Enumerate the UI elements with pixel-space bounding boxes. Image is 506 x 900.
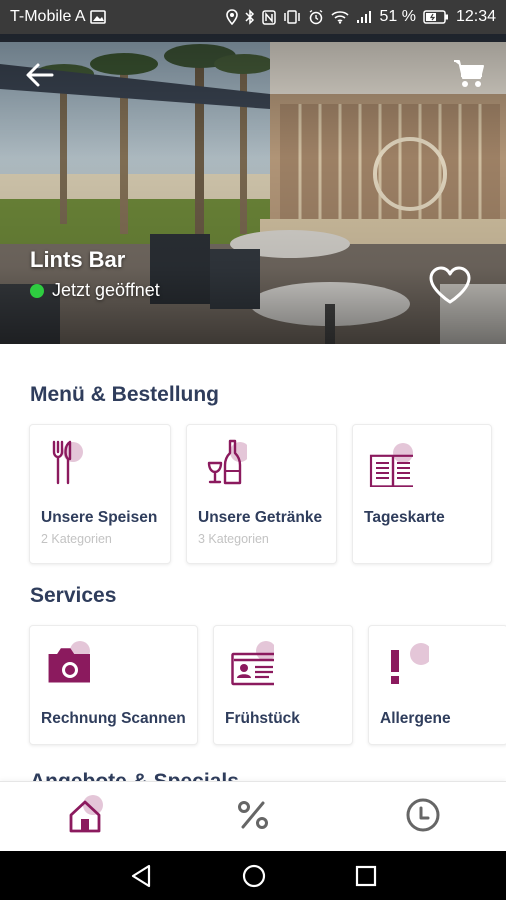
back-triangle-icon[interactable] [128,862,156,890]
services-section-title: Services [30,584,117,607]
bluetooth-icon [245,9,255,25]
card-rechnung-scannen[interactable]: Rechnung Scannen [29,625,198,745]
battery-percent: 51 % [379,8,416,25]
cart-icon[interactable] [452,58,486,90]
carrier-label: T-Mobile A [10,8,86,25]
vibrate-icon [283,10,301,24]
venue-name: Lints Bar [30,247,126,272]
android-navigation-bar [0,851,506,900]
hero-image: Lints Bar Jetzt geöffnet [0,34,506,344]
menu-book-icon [363,437,416,488]
image-icon [89,10,106,24]
signal-icon [356,10,372,24]
card-tageskarte[interactable]: Tageskarte [352,424,492,564]
wifi-icon [331,10,350,24]
nav-history[interactable] [398,792,448,842]
percent-icon [233,795,273,840]
card-fruehstueck[interactable]: Frühstück [213,625,353,745]
clock-icon [403,795,443,840]
card-label: Unsere Getränke [198,509,323,526]
alarm-icon [308,9,324,25]
bottom-navigation [0,781,506,851]
open-indicator-dot [30,283,44,298]
offers-section-title: Angebote & Specials [30,770,239,781]
card-label: Allergene [380,710,451,727]
status-bar: T-Mobile A 51 % 12:34 [0,0,506,34]
nav-home[interactable] [60,792,110,842]
open-status: Jetzt geöffnet [30,280,160,301]
back-arrow-icon[interactable] [24,60,56,90]
camera-icon [40,638,92,688]
menu-section-title: Menü & Bestellung [30,383,220,406]
battery-icon [423,10,449,24]
heart-icon[interactable] [428,266,472,306]
card-label: Unsere Speisen [41,509,158,526]
open-status-label: Jetzt geöffnet [52,280,160,300]
home-circle-icon[interactable] [240,862,268,890]
drinks-icon [197,437,250,487]
exclamation-icon [379,638,432,688]
card-allergene[interactable]: Allergene [368,625,506,745]
card-label: Frühstück [225,710,300,727]
cutlery-icon [40,437,90,487]
card-subtitle: 3 Kategorien [198,532,269,546]
card-label: Tageskarte [364,509,445,526]
location-icon [226,9,239,25]
home-icon [63,793,107,842]
nfc-icon [262,9,277,25]
card-unsere-speisen[interactable]: Unsere Speisen 2 Kategorien [29,424,171,564]
nav-offers[interactable] [228,792,278,842]
recents-square-icon[interactable] [352,862,380,890]
card-subtitle: 2 Kategorien [41,532,112,546]
card-unsere-getraenke[interactable]: Unsere Getränke 3 Kategorien [186,424,337,564]
id-card-icon [224,638,278,688]
clock-time: 12:34 [455,8,496,25]
card-label: Rechnung Scannen [41,710,186,727]
